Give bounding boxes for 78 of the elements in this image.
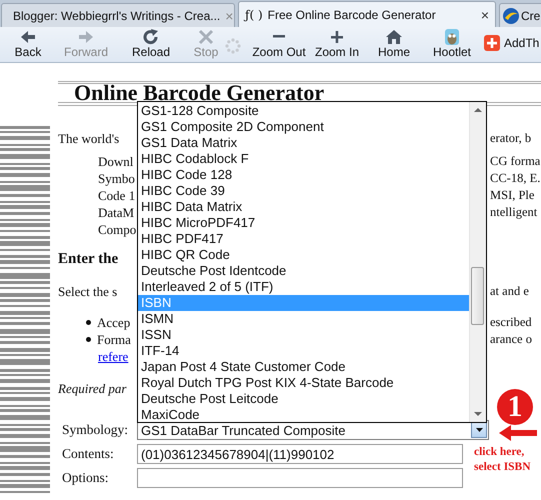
dropdown-option[interactable]: Interleaved 2 of 5 (ITF)	[138, 279, 469, 295]
dropdown-option[interactable]: ISSN	[138, 327, 469, 343]
stop-icon	[197, 29, 215, 45]
dropdown-option[interactable]: HIBC QR Code	[138, 247, 469, 263]
dropdown-option[interactable]: HIBC MicroPDF417	[138, 215, 469, 231]
bullet-icon	[86, 320, 91, 325]
browser-tab[interactable]: ƒ( ) Free Online Barcode Generator ×	[238, 1, 496, 27]
field-label: Symbology:	[61, 422, 130, 438]
dropdown-option[interactable]: MaxiCode	[138, 407, 469, 423]
body-text: at and e	[490, 284, 529, 298]
scrollbar[interactable]	[469, 102, 486, 422]
dropdown-option[interactable]: Deutsche Post Leitcode	[138, 391, 469, 407]
annotation-note: click here, select ISBN	[474, 445, 531, 475]
body-text: Compo	[98, 222, 136, 237]
home-icon	[385, 29, 403, 45]
section-heading: Enter the	[58, 251, 118, 267]
body-text: Select the s	[58, 284, 118, 299]
body-text: arance o	[490, 332, 532, 346]
dropdown-option[interactable]: GS1 Data Matrix	[138, 135, 469, 151]
dropdown-option[interactable]: GS1 Composite 2D Component	[138, 119, 469, 135]
owl-icon	[443, 29, 461, 45]
body-text: ntelligent	[490, 205, 538, 219]
step-number: 1	[497, 389, 533, 425]
bullet-icon	[86, 337, 91, 342]
body-text: CC-18, E.	[490, 171, 540, 185]
body-text: The world's	[58, 131, 120, 146]
body-text: Symbo	[98, 171, 135, 186]
loading-spinner-icon	[224, 37, 242, 55]
browser-tab[interactable]: Cre	[499, 3, 541, 27]
scroll-up-icon[interactable]	[474, 107, 482, 113]
add-icon	[484, 35, 500, 51]
body-text: Code 1	[98, 188, 136, 203]
bullet-text: Accep	[97, 314, 130, 331]
reference-link[interactable]: refere	[98, 349, 128, 364]
minus-icon	[273, 35, 285, 38]
body-text: MSI, Ple	[490, 188, 534, 202]
scroll-thumb[interactable]	[471, 267, 484, 325]
caret-icon	[474, 427, 484, 433]
field-label: Contents:	[61, 446, 115, 462]
pointer-arrow-icon	[499, 425, 537, 441]
toolbar-button[interactable]: AddTh	[480, 27, 540, 51]
body-text: CG forma	[490, 154, 540, 168]
dropdown-option[interactable]: ISMN	[138, 311, 469, 327]
dropdown-option[interactable]: Royal Dutch TPG Post KIX 4-State Barcode	[138, 375, 469, 391]
globe-icon	[503, 8, 519, 24]
forward-arrow-icon	[77, 29, 95, 45]
dropdown-option[interactable]: GS1-128 Composite	[138, 103, 469, 119]
toolbar-button[interactable]: Zoom In	[310, 27, 364, 59]
input-field[interactable]	[137, 468, 463, 488]
dropdown-option[interactable]: HIBC Codablock F	[138, 151, 469, 167]
browser-tab[interactable]: Blogger: Webbiegrrl's Writings - Crea... ×	[1, 3, 235, 27]
reload-icon	[142, 29, 160, 45]
bullet-text: Forma	[97, 331, 131, 348]
body-text: erator, b	[490, 131, 532, 145]
dropdown-option[interactable]: Japan Post 4 State Customer Code	[138, 359, 469, 375]
toolbar-button[interactable]: Back	[6, 27, 50, 59]
dropdown-option[interactable]: HIBC Data Matrix	[138, 199, 469, 215]
body-text: escribed	[490, 315, 532, 329]
scroll-down-icon[interactable]	[474, 411, 482, 417]
toolbar-button[interactable]: Hootlet	[424, 27, 480, 59]
plus-icon	[328, 29, 346, 45]
toolbar-button[interactable]: Home	[364, 27, 424, 59]
dropdown-option[interactable]: HIBC Code 128	[138, 167, 469, 183]
dropdown-option[interactable]: HIBC PDF417	[138, 231, 469, 247]
dropdown-button[interactable]	[471, 422, 487, 438]
body-text: Required par	[58, 381, 126, 396]
input-field[interactable]: (01)03612345678904|(11)990102	[137, 444, 463, 464]
close-tab-icon[interactable]: ×	[480, 6, 489, 22]
dropdown-option[interactable]: ITF-14	[138, 343, 469, 359]
field-label: Options:	[61, 470, 110, 486]
site-icon: ƒ( )	[245, 8, 263, 22]
back-arrow-icon	[19, 29, 37, 45]
toolbar-button[interactable]: Zoom Out	[248, 27, 310, 59]
body-text: Downl	[98, 154, 134, 169]
dropdown-option[interactable]: HIBC Code 39	[138, 183, 469, 199]
body-text: DataM	[98, 205, 134, 220]
dropdown-option[interactable]: Deutsche Post Identcode	[138, 263, 469, 279]
toolbar-button[interactable]: Reload	[122, 27, 180, 59]
